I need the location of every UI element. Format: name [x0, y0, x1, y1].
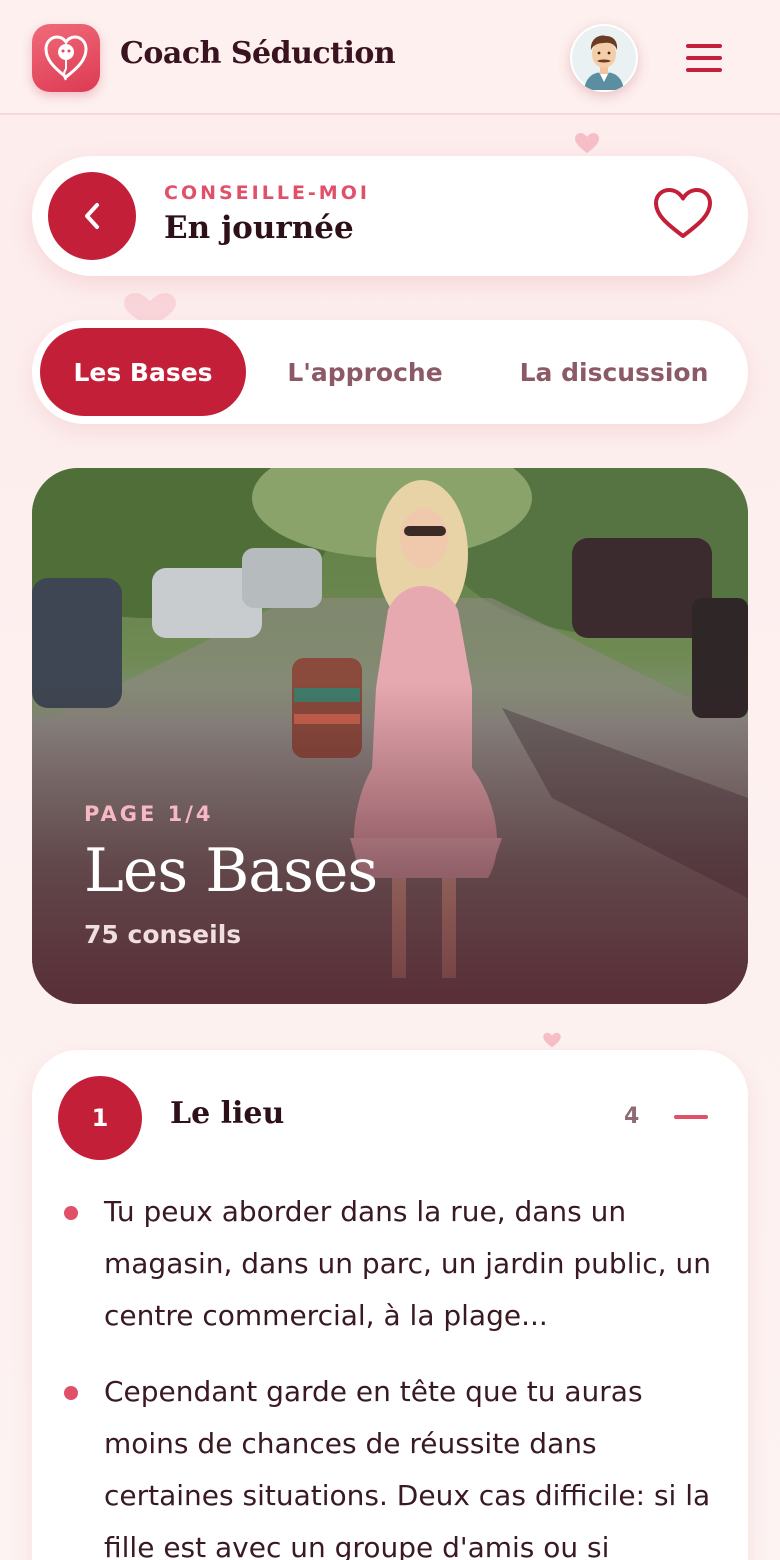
hamburger-menu-icon: [686, 44, 722, 48]
tab-les-bases[interactable]: Les Bases: [40, 328, 246, 416]
app-header: Coach Séduction: [0, 0, 780, 115]
category-title: En journée: [164, 210, 354, 246]
page-indicator: PAGE 1/4: [84, 802, 214, 826]
decorative-heart-icon: [575, 133, 599, 153]
back-button[interactable]: [48, 172, 136, 260]
tip-list: Tu peux aborder dans la rue, dans un mag…: [64, 1186, 724, 1560]
hero-title: Les Bases: [84, 836, 378, 906]
hamburger-menu-button[interactable]: [684, 40, 724, 76]
favorite-button[interactable]: [652, 186, 714, 244]
bullet-dot-icon: [64, 1386, 78, 1400]
app-title: Coach Séduction: [120, 36, 396, 71]
section-title[interactable]: Le lieu: [170, 1096, 284, 1131]
section-number-badge: 1: [58, 1076, 142, 1160]
decorative-heart-icon: [543, 1032, 561, 1048]
section-tabs: Les Bases L'approche La discussion: [32, 320, 748, 424]
section-tip-count: 4: [624, 1104, 640, 1129]
tip-section-card: 1 Le lieu 4 Tu peux aborder dans la rue,…: [32, 1050, 748, 1560]
hero-banner[interactable]: PAGE 1/4 Les Bases 75 conseils: [32, 468, 748, 1004]
tips-count: 75 conseils: [84, 920, 242, 949]
tab-la-discussion[interactable]: La discussion: [492, 328, 736, 416]
user-avatar[interactable]: [570, 24, 638, 92]
app-logo[interactable]: [32, 24, 100, 92]
tab-l-approche[interactable]: L'approche: [258, 328, 472, 416]
list-item: Tu peux aborder dans la rue, dans un mag…: [64, 1186, 724, 1342]
list-item: Cependant garde en tête que tu auras moi…: [64, 1366, 724, 1560]
category-header-card: CONSEILLE-MOI En journée: [32, 156, 748, 276]
category-kicker: CONSEILLE-MOI: [164, 182, 370, 204]
minus-icon[interactable]: [674, 1115, 708, 1119]
bullet-dot-icon: [64, 1206, 78, 1220]
chevron-left-icon: [85, 203, 99, 229]
heart-outline-icon: [654, 188, 712, 238]
tip-text: Tu peux aborder dans la rue, dans un mag…: [104, 1195, 711, 1332]
tip-text: Cependant garde en tête que tu auras moi…: [104, 1375, 711, 1560]
heart-brain-icon: [44, 35, 88, 81]
user-avatar-icon: [572, 26, 636, 90]
